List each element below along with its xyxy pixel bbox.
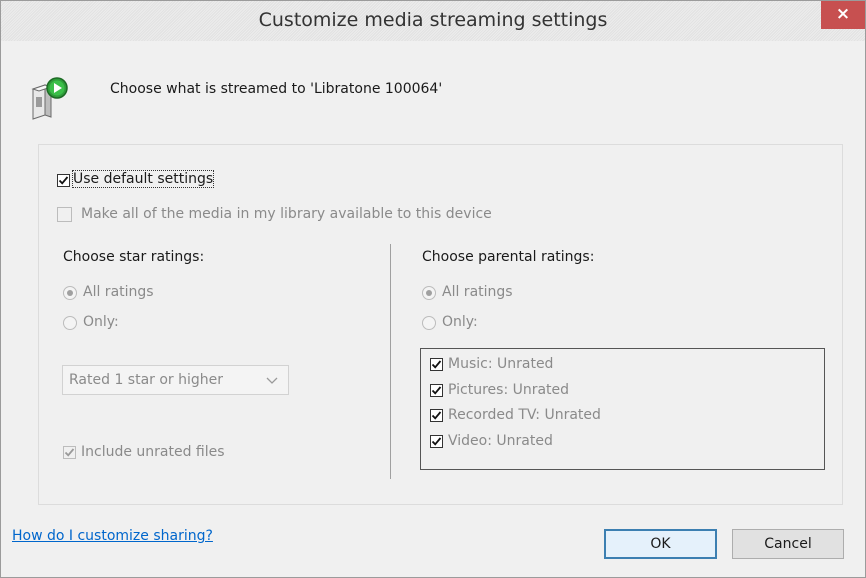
help-link[interactable]: How do I customize sharing? [12,528,213,544]
list-item-label: Recorded TV: Unrated [448,407,601,423]
include-unrated-label: Include unrated files [81,444,225,460]
parental-ratings-list: Music: Unrated Pictures: Unrated Recorde… [420,348,825,470]
use-default-settings-label[interactable]: Use default settings [71,170,215,188]
make-all-media-checkbox[interactable] [57,207,72,222]
star-rating-dropdown[interactable]: Rated 1 star or higher [62,365,289,395]
star-only-label: Only: [83,314,119,330]
use-default-settings-text: Use default settings [73,171,214,187]
star-rating-dropdown-value: Rated 1 star or higher [69,372,224,388]
video-unrated-checkbox[interactable] [430,435,443,448]
checkmark-icon [58,176,69,185]
close-button[interactable]: × [821,1,865,29]
list-item-label: Pictures: Unrated [448,382,570,398]
star-all-ratings-radio[interactable] [63,286,77,300]
use-default-settings-checkbox[interactable] [57,174,70,187]
cancel-button[interactable]: Cancel [732,529,844,559]
checkmark-icon [431,437,442,446]
star-all-ratings-label: All ratings [83,284,154,300]
include-unrated-checkbox[interactable] [63,446,76,459]
parental-only-radio[interactable] [422,316,436,330]
star-only-radio[interactable] [63,316,77,330]
checkmark-icon [64,448,75,457]
list-item-label: Music: Unrated [448,356,554,372]
close-icon: × [835,4,851,24]
checkmark-icon [431,411,442,420]
chevron-down-icon [266,377,278,384]
make-all-media-label: Make all of the media in my library avai… [81,206,492,222]
column-divider [390,244,391,479]
title-bar: Customize media streaming settings × [1,1,865,41]
star-ratings-title: Choose star ratings: [63,249,205,265]
window-title: Customize media streaming settings [258,9,608,31]
checkmark-icon [431,386,442,395]
parental-only-label: Only: [442,314,478,330]
music-unrated-checkbox[interactable] [430,358,443,371]
recorded-tv-unrated-checkbox[interactable] [430,409,443,422]
media-device-stream-icon [25,75,73,121]
parental-ratings-title: Choose parental ratings: [422,249,595,265]
parental-all-ratings-label: All ratings [442,284,513,300]
checkmark-icon [431,360,442,369]
header-text: Choose what is streamed to 'Libratone 10… [110,81,443,97]
list-item-label: Video: Unrated [448,433,553,449]
dialog-window: Customize media streaming settings × Cho… [0,0,866,578]
parental-all-ratings-radio[interactable] [422,286,436,300]
pictures-unrated-checkbox[interactable] [430,384,443,397]
ok-button[interactable]: OK [604,529,717,559]
